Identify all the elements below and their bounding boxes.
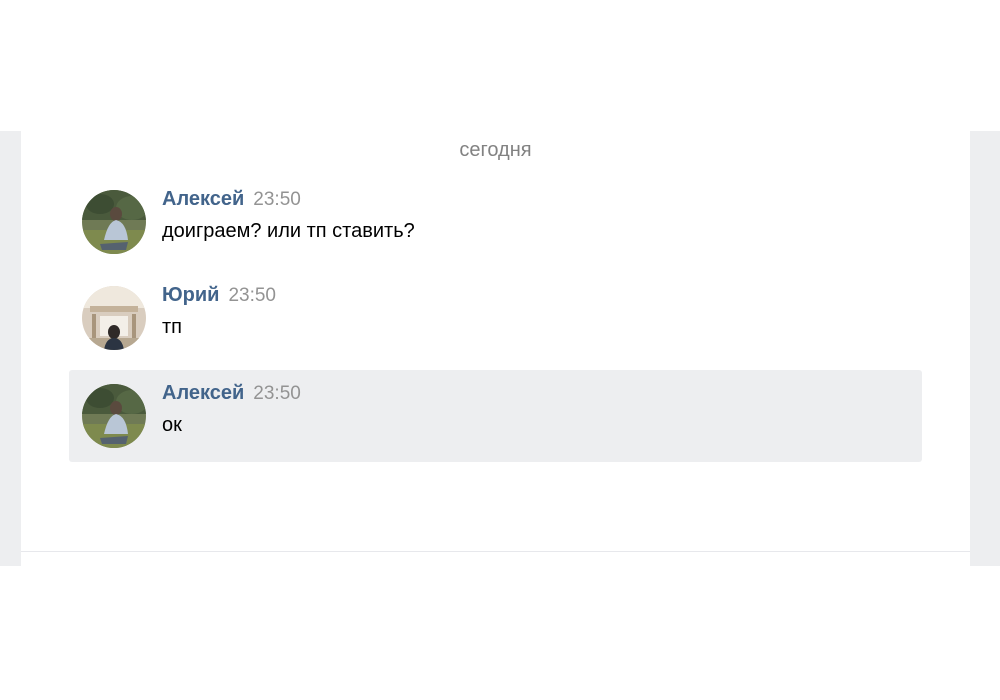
avatar[interactable] xyxy=(82,286,146,350)
chat-history-panel[interactable]: сегодня Алексей 23:50 доиграем? или тп ст… xyxy=(21,131,970,566)
divider xyxy=(21,551,970,552)
message-text: ок xyxy=(162,414,182,436)
avatar[interactable] xyxy=(82,190,146,254)
chat-viewport: сегодня Алексей 23:50 доиграем? или тп ст… xyxy=(0,131,1000,566)
message-time[interactable]: 23:50 xyxy=(228,285,276,306)
author-link[interactable]: Алексей xyxy=(162,382,244,404)
message-item[interactable]: Алексей 23:50 доиграем? или тп ставить? xyxy=(69,176,922,268)
message-text: тп xyxy=(162,316,182,338)
message-item-selected[interactable]: Алексей 23:50 ок xyxy=(69,370,922,462)
message-text: доиграем? или тп ставить? xyxy=(162,220,415,242)
avatar[interactable] xyxy=(82,384,146,448)
message-item[interactable]: Юрий 23:50 тп xyxy=(69,272,922,364)
message-time[interactable]: 23:50 xyxy=(253,383,301,404)
author-link[interactable]: Алексей xyxy=(162,188,244,210)
date-separator: сегодня xyxy=(459,139,532,161)
message-time[interactable]: 23:50 xyxy=(253,189,301,210)
author-link[interactable]: Юрий xyxy=(162,284,219,306)
